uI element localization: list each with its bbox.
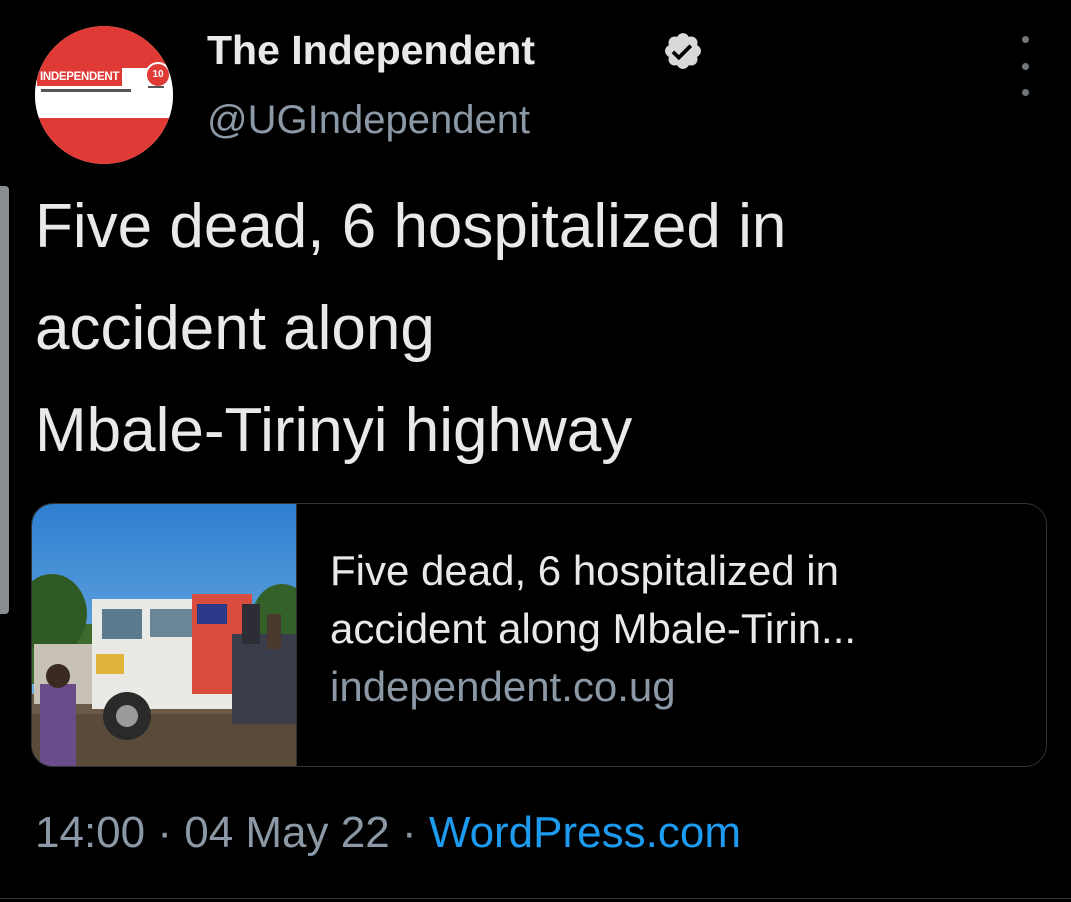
scroll-indicator[interactable]: [0, 186, 9, 614]
author-name[interactable]: The Independent: [207, 26, 535, 74]
more-dot: [1021, 36, 1029, 43]
avatar-small-mark: [148, 86, 164, 88]
accident-scene-photo: [32, 504, 296, 766]
meta-separator: ·: [401, 808, 417, 857]
tweet-date[interactable]: 04 May 22: [184, 808, 389, 857]
meta-separator: ·: [157, 808, 172, 857]
more-dot: [1021, 89, 1029, 96]
card-domain: independent.co.ug: [330, 663, 676, 710]
card-title-line: Five dead, 6 hospitalized in: [330, 547, 839, 594]
tweet-text-line: Five dead, 6 hospitalized in: [35, 192, 787, 261]
avatar-tagline-mark: [41, 89, 131, 92]
avatar-top-band: [35, 26, 173, 68]
tweet-text-line: Mbale-Tirinyi highway: [35, 396, 633, 465]
link-preview-card[interactable]: Five dead, 6 hospitalized in accident al…: [31, 503, 1047, 767]
author-handle[interactable]: @UGIndependent: [207, 96, 530, 144]
tweet-source-link[interactable]: WordPress.com: [429, 808, 741, 857]
more-dot: [1021, 62, 1029, 70]
avatar[interactable]: INDEPENDENT 10: [35, 26, 173, 164]
tweet-text: Five dead, 6 hospitalized in accident al…: [35, 176, 1035, 482]
card-body: Five dead, 6 hospitalized in accident al…: [330, 542, 1030, 716]
avatar-bottom-band: [35, 118, 173, 164]
bottom-divider: [0, 898, 1071, 899]
card-title-line: accident along Mbale-Tirin...: [330, 605, 857, 652]
tweet-meta: 14:00 · 04 May 22 · WordPress.com: [35, 805, 741, 861]
tweet-text-line: accident along: [35, 294, 435, 363]
avatar-anniversary-badge: 10: [145, 62, 171, 88]
more-options-icon[interactable]: [1015, 36, 1035, 96]
card-thumbnail-image[interactable]: [32, 504, 297, 766]
verified-badge-icon: [665, 33, 701, 69]
tweet-time[interactable]: 14:00: [35, 808, 145, 857]
tweet-header: INDEPENDENT 10 The Independent @UGIndepe…: [35, 26, 1045, 164]
avatar-logo-text: INDEPENDENT: [37, 68, 123, 86]
